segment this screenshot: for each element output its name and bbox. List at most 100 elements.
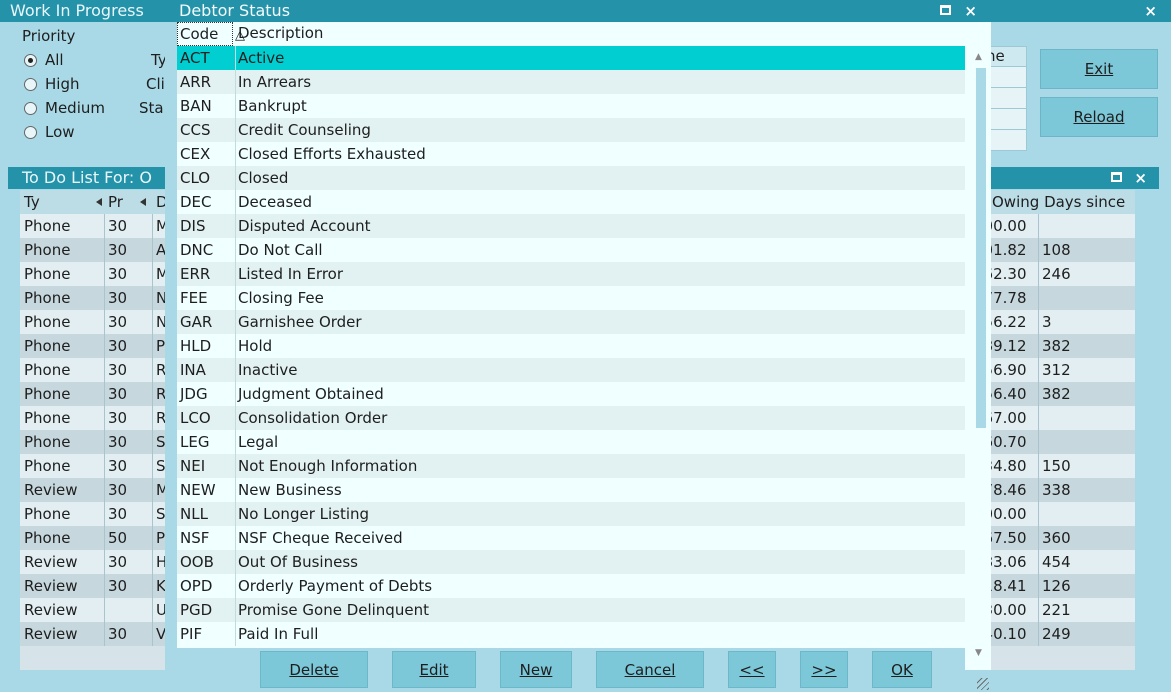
reload-button[interactable]: Reload [1040,97,1158,137]
grid-row[interactable]: ACT Active [177,46,967,70]
column-divider [152,214,153,646]
vertical-scrollbar[interactable]: ▲ ▼ [965,22,991,670]
todo-col-owing-label: Owing [992,193,1040,211]
status-description-cell: Disputed Account [238,217,371,235]
grid-row[interactable]: PGD Promise Gone Delinquent [177,598,967,622]
priority-label: Priority [22,27,76,45]
grid-row[interactable]: DIS Disputed Account [177,214,967,238]
status-code-cell: LCO [180,409,211,427]
grid-row[interactable]: ARR In Arrears [177,70,967,94]
status-code-cell: HLD [180,337,212,355]
grid-row[interactable]: NSF NSF Cheque Received [177,526,967,550]
todo-maximize-icon[interactable] [1111,172,1122,182]
column-divider [235,46,236,646]
priority-radio-medium[interactable]: Medium [24,99,105,117]
todo-d-cell: P [156,529,166,547]
todo-d-cell: S [156,433,166,451]
grid-row[interactable]: GAR Garnishee Order [177,310,967,334]
grid-row[interactable]: NEW New Business [177,478,967,502]
grid-row[interactable]: HLD Hold [177,334,967,358]
grid-row[interactable]: BAN Bankrupt [177,94,967,118]
grid-row[interactable]: OOB Out Of Business [177,550,967,574]
todo-col-priority[interactable]: Pr [104,190,152,214]
radio-icon[interactable] [24,53,37,67]
todo-d-cell: M [156,265,166,283]
status-description-cell: Paid In Full [238,625,319,643]
scroll-up-icon[interactable]: ▲ [975,52,982,62]
wip-close-icon[interactable]: × [1144,0,1157,22]
todo-col-type[interactable]: Ty [20,190,104,214]
grid-row[interactable]: CLO Closed [177,166,967,190]
grid-row[interactable]: NEI Not Enough Information [177,454,967,478]
column-header-code[interactable]: Code [177,22,233,46]
todo-priority-cell: 30 [108,505,128,523]
todo-d-cell: R [156,409,166,427]
todo-col-owing-days[interactable]: Owing Days since [988,190,1135,231]
column-divider [104,214,105,646]
todo-type-cell: Phone [24,529,71,547]
status-code-cell: OOB [180,553,214,571]
todo-d-cell: S [156,457,166,475]
exit-button[interactable]: Exit [1040,49,1158,89]
delete-button[interactable]: Delete [260,651,368,688]
status-code-cell: ACT [180,49,210,67]
radio-icon[interactable] [24,77,37,91]
priority-radio-high[interactable]: High [24,75,79,93]
new-button[interactable]: New [500,651,572,688]
grid-row[interactable]: LCO Consolidation Order [177,406,967,430]
edit-button[interactable]: Edit [392,651,476,688]
ok-button-label: OK [891,660,913,679]
grid-row[interactable]: CCS Credit Counseling [177,118,967,142]
status-description-cell: Garnishee Order [238,313,362,331]
todo-type-cell: Review [24,625,78,643]
grid-row[interactable]: JDG Judgment Obtained [177,382,967,406]
grid-row[interactable]: ERR Listed In Error [177,262,967,286]
exit-button-label: Exit [1084,60,1114,78]
todo-type-cell: Phone [24,409,71,427]
priority-radio-all[interactable]: All [24,51,64,69]
debtor-status-dialog: Debtor Status × Code △ Description ACT Ac… [165,0,991,692]
status-description-cell: Listed In Error [238,265,343,283]
column-header-description[interactable]: Description [235,22,323,46]
todo-type-cell: Review [24,553,78,571]
todo-close-icon[interactable]: × [1134,167,1147,189]
status-description-cell: NSF Cheque Received [238,529,403,547]
grid-row[interactable]: DEC Deceased [177,190,967,214]
todo-d-cell: R [156,361,166,379]
status-code-cell: DEC [180,193,212,211]
priority-radio-low[interactable]: Low [24,123,75,141]
todo-type-cell: Phone [24,457,71,475]
cancel-button[interactable]: Cancel [596,651,704,688]
resize-grip-icon[interactable] [977,678,989,690]
todo-days-cell: 221 [1042,601,1071,619]
maximize-icon[interactable] [940,5,951,15]
status-code-cell: OPD [180,577,213,595]
dialog-titlebar[interactable]: Debtor Status × [165,0,991,22]
close-icon[interactable]: × [964,0,977,22]
next-record-button[interactable]: >> [800,651,848,688]
priority-option-label: All [45,51,64,69]
status-code-cell: ARR [180,73,212,91]
scrollbar-thumb[interactable] [976,68,986,428]
radio-icon[interactable] [24,125,37,139]
todo-col-priority-label: Pr [108,193,123,211]
reload-button-label: Reload [1073,108,1125,126]
grid-row[interactable]: DNC Do Not Call [177,238,967,262]
status-code-cell: ERR [180,265,211,283]
grid-row[interactable]: NLL No Longer Listing [177,502,967,526]
todo-type-cell: Phone [24,361,71,379]
grid-row[interactable]: FEE Closing Fee [177,286,967,310]
grid-row[interactable]: CEX Closed Efforts Exhausted [177,142,967,166]
radio-icon[interactable] [24,101,37,115]
ok-button[interactable]: OK [872,651,932,688]
todo-title: To Do List For: O [22,168,152,187]
column-divider [1038,214,1039,646]
status-code-cell: NLL [180,505,208,523]
grid-row[interactable]: INA Inactive [177,358,967,382]
grid-row[interactable]: LEG Legal [177,430,967,454]
grid-row[interactable]: OPD Orderly Payment of Debts [177,574,967,598]
first-record-button[interactable]: << [728,651,776,688]
scroll-down-icon[interactable]: ▼ [975,648,982,658]
grid-row[interactable]: PIF Paid In Full [177,622,967,646]
todo-priority-cell: 50 [108,529,128,547]
